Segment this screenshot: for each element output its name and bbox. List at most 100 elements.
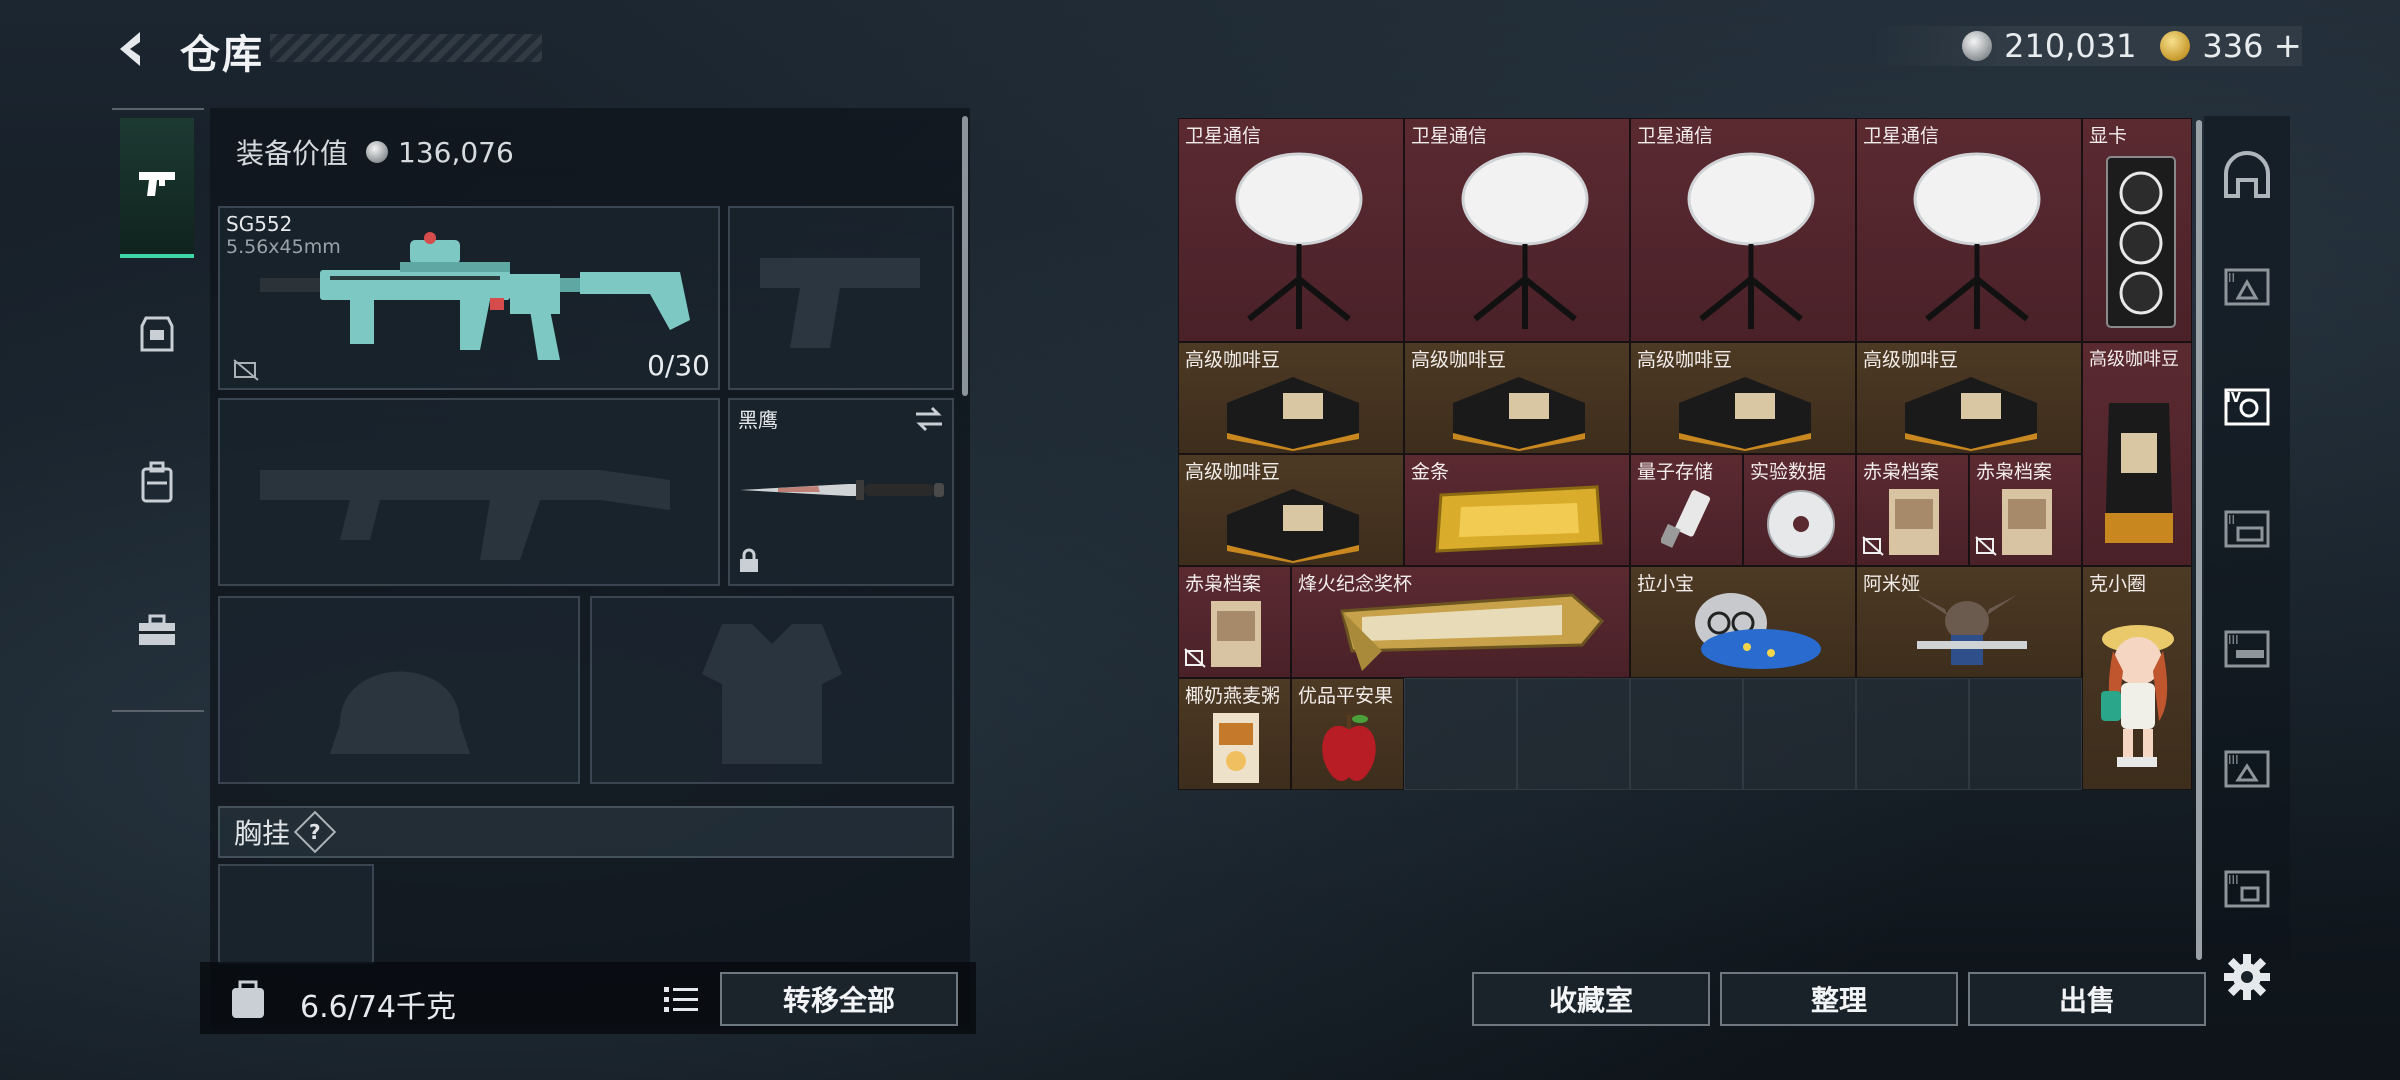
item-name: 高级咖啡豆 xyxy=(1185,349,1281,371)
secondary-weapon-slot[interactable] xyxy=(218,398,720,586)
body-armor-slot[interactable] xyxy=(590,596,954,784)
stash-tab-home[interactable] xyxy=(2214,134,2280,220)
back-arrow-icon[interactable] xyxy=(110,26,156,72)
stash-tab-6[interactable]: III xyxy=(2214,726,2280,812)
stash-item[interactable]: 卫星通信 xyxy=(1856,118,2082,342)
stash-item[interactable]: 高级咖啡豆 xyxy=(1856,342,2082,454)
coffee-bag-image xyxy=(1227,377,1359,451)
plush-toy-image xyxy=(1695,593,1821,669)
add-currency-button[interactable]: + xyxy=(2274,26,2303,66)
collection-room-button[interactable]: 收藏室 xyxy=(1472,972,1710,1026)
stash-item[interactable]: 拉小宝 xyxy=(1630,566,1856,678)
stash-item[interactable]: 克小圈 xyxy=(2082,566,2192,790)
sg552-rifle-image xyxy=(260,232,690,360)
settings-icon[interactable] xyxy=(2222,952,2272,1002)
stash-item[interactable]: 赤枭档案 xyxy=(1969,454,2082,566)
item-name: 克小圈 xyxy=(2089,573,2147,595)
organize-button[interactable]: 整理 xyxy=(1720,972,1958,1026)
pistol-placeholder-icon xyxy=(760,258,920,348)
rail-armor-tab[interactable] xyxy=(120,266,194,406)
stash-item[interactable]: 高级咖啡豆 xyxy=(1178,342,1404,454)
lock-icon xyxy=(738,548,760,578)
silver-coin-icon xyxy=(1962,31,1993,61)
rail-toolbox-tab[interactable] xyxy=(120,562,194,702)
storage-icon: III xyxy=(2222,624,2272,674)
title-stripe xyxy=(270,34,542,62)
storage-icon: II xyxy=(2222,262,2272,312)
melee-slot[interactable]: 黑鹰 xyxy=(728,398,954,586)
stash-item[interactable]: 阿米娅 xyxy=(1856,566,2082,678)
stash-item[interactable]: 量子存储 xyxy=(1630,454,1743,566)
sidearm-slot[interactable] xyxy=(728,206,954,390)
apple-image xyxy=(1322,715,1376,781)
toolbox-icon xyxy=(137,613,177,651)
stash-tab-7[interactable]: III xyxy=(2214,846,2280,932)
stash-item[interactable]: 赤枭档案 xyxy=(1856,454,1969,566)
backpack-icon xyxy=(139,461,175,507)
satellite-dish-image xyxy=(1913,152,2041,329)
stash-tab-4[interactable]: II xyxy=(2214,486,2280,572)
stash-item[interactable]: 金条 xyxy=(1404,454,1630,566)
equip-value-amount: 136,076 xyxy=(398,135,514,169)
graphics-card-image xyxy=(2106,156,2176,328)
svg-text:III: III xyxy=(2228,753,2239,767)
rail-weapons-tab[interactable] xyxy=(120,118,194,258)
pistol-icon xyxy=(135,166,179,206)
stash-scrollbar[interactable] xyxy=(2196,120,2202,960)
stash-item[interactable]: 高级咖啡豆 xyxy=(1630,342,1856,454)
stash-tab-5[interactable]: III xyxy=(2214,606,2280,692)
stash-item[interactable]: 烽火纪念奖杯 xyxy=(1291,566,1630,678)
file-folder-image xyxy=(2002,489,2052,555)
chest-rig-header[interactable]: 胸挂 ? xyxy=(218,806,954,858)
empty-cell xyxy=(1743,678,1856,790)
stash-item[interactable]: 显卡 xyxy=(2082,118,2192,342)
silver-balance: 210,031 xyxy=(2004,27,2137,65)
stash-item[interactable]: 卫星通信 xyxy=(1404,118,1630,342)
stash-item[interactable]: 椰奶燕麦粥 xyxy=(1178,678,1291,790)
svg-text:III: III xyxy=(2228,873,2239,887)
page-title: 仓库 xyxy=(180,32,264,78)
satellite-dish-image xyxy=(1461,152,1589,329)
help-icon[interactable]: ? xyxy=(293,810,337,854)
stash-item[interactable]: 赤枭档案 xyxy=(1178,566,1291,678)
list-icon[interactable] xyxy=(656,974,706,1024)
equip-value-label: 装备价值 xyxy=(236,137,349,170)
carry-weight: 6.6/74千克 xyxy=(300,990,456,1025)
usb-drive-image xyxy=(1661,490,1711,548)
no-attach-icon xyxy=(232,358,260,387)
stash-item[interactable]: 卫星通信 xyxy=(1630,118,1856,342)
coffee-bag-image xyxy=(1227,489,1359,563)
helmet-slot[interactable] xyxy=(218,596,580,784)
sell-button[interactable]: 出售 xyxy=(1968,972,2206,1026)
currency-bar: 210,031 336 + xyxy=(1872,26,2302,66)
equip-value: 装备价值 136,076 xyxy=(236,132,514,172)
stash-item[interactable]: 高级咖啡豆 xyxy=(1404,342,1630,454)
satellite-dish-image xyxy=(1235,152,1363,329)
storage-icon: III xyxy=(2222,864,2272,914)
stash-item[interactable]: 实验数据 xyxy=(1743,454,1856,566)
item-name: 赤枭档案 xyxy=(1863,461,1940,483)
chest-rig-slot[interactable] xyxy=(218,864,374,964)
armor-icon xyxy=(138,314,176,358)
svg-text:II: II xyxy=(2228,513,2235,527)
rail-backpack-tab[interactable] xyxy=(120,414,194,554)
item-name: 高级咖啡豆 xyxy=(1411,349,1507,371)
loadout-scrollbar[interactable] xyxy=(962,116,968,396)
ammo-count: 0/30 xyxy=(647,349,710,382)
primary-weapon-slot[interactable]: SG552 5.56x45mm 0/30 xyxy=(218,206,720,390)
stash-item[interactable]: 高级咖啡豆 xyxy=(1178,454,1404,566)
stash-tab-2[interactable]: II xyxy=(2214,244,2280,330)
file-folder-image xyxy=(1889,489,1939,555)
coffee-bag-image xyxy=(1679,377,1811,451)
gold-coin-icon xyxy=(2160,31,2191,61)
stash-item[interactable]: 高级咖啡豆 xyxy=(2082,342,2192,566)
stash-grid: 卫星通信 卫星通信 卫星通信 卫星通信 显卡 高级咖啡豆 高级咖啡豆 高级咖啡豆… xyxy=(1178,118,2192,794)
stash-item[interactable]: 卫星通信 xyxy=(1178,118,1404,342)
item-name: 显卡 xyxy=(2089,125,2128,147)
transfer-all-button[interactable]: 转移全部 xyxy=(720,972,958,1026)
gold-balance: 336 xyxy=(2202,27,2264,65)
stash-tab-3[interactable]: IV xyxy=(2214,364,2280,450)
item-name: 高级咖啡豆 xyxy=(1863,349,1959,371)
swap-icon[interactable] xyxy=(914,406,944,436)
stash-item[interactable]: 优品平安果 xyxy=(1291,678,1404,790)
